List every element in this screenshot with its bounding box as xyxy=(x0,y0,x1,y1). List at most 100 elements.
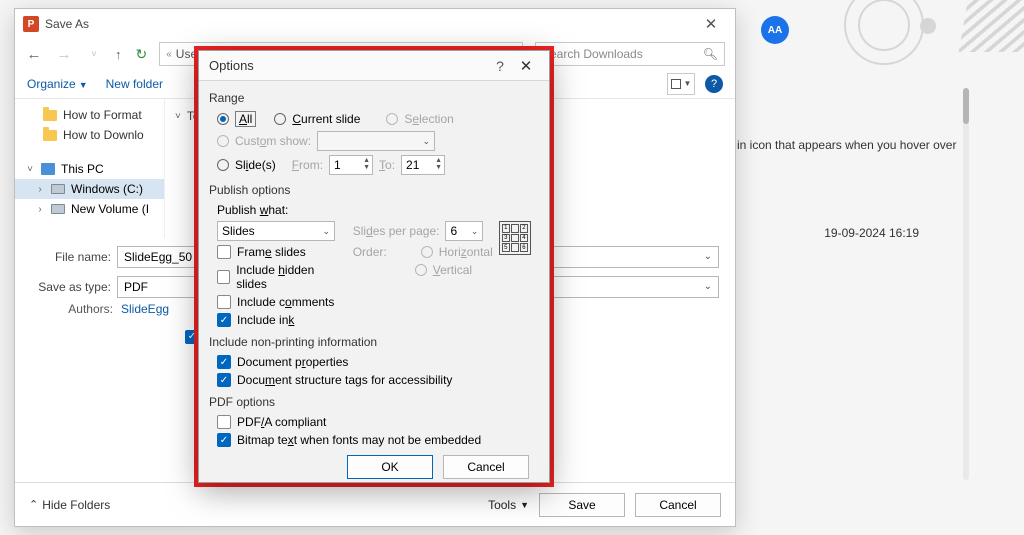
checkbox-icon: ✓ xyxy=(185,330,199,344)
folder-icon xyxy=(43,110,57,121)
docprops-label: Document properties xyxy=(237,355,348,369)
options-dialog: Options ? ✕ Range All Current slide Sele… xyxy=(198,50,550,483)
radio-customshow-label: Custom show: xyxy=(235,134,311,148)
spinner-icon[interactable]: ▲▼ xyxy=(435,157,442,171)
content-timestamp: 19-09-2024 16:19 xyxy=(824,226,919,240)
decoration-dot xyxy=(920,18,936,34)
chevron-down-icon: ˅ xyxy=(175,111,181,122)
radio-horizontal-label: Horizontal xyxy=(439,245,493,259)
forward-icon[interactable]: → xyxy=(55,46,73,63)
comments-label: Include comments xyxy=(237,295,334,309)
refresh-icon[interactable]: ↻ xyxy=(136,46,148,63)
radio-customshow xyxy=(217,135,229,147)
page-scrollbar[interactable] xyxy=(963,88,969,480)
to-label: To: xyxy=(379,158,395,172)
view-mode-button[interactable]: ▼ xyxy=(667,73,695,95)
radio-selection-label: Selection xyxy=(404,112,453,126)
dialog-title: Save As xyxy=(45,17,695,31)
options-title: Options xyxy=(209,58,487,73)
help-icon[interactable]: ? xyxy=(705,75,723,93)
ink-checkbox[interactable]: ✓ xyxy=(217,313,231,327)
authors-label: Authors: xyxy=(57,302,113,316)
bitmap-checkbox[interactable]: ✓ xyxy=(217,433,231,447)
tree-this-pc[interactable]: ˅This PC xyxy=(15,159,164,179)
to-input[interactable]: 21▲▼ xyxy=(401,155,445,175)
organize-menu[interactable]: Organize▼ xyxy=(27,77,88,91)
cancel-button[interactable]: Cancel xyxy=(635,493,721,517)
bitmap-label: Bitmap text when fonts may not be embedd… xyxy=(237,433,481,447)
spp-label: Slides per page: xyxy=(353,224,440,238)
new-folder-button[interactable]: New folder xyxy=(106,77,163,91)
decoration-circle xyxy=(844,0,924,65)
chevron-down-icon[interactable]: ⌄ xyxy=(322,226,330,237)
recent-dropdown-icon[interactable]: ˅ xyxy=(85,49,103,60)
chevron-right-icon[interactable]: › xyxy=(35,204,45,215)
tools-menu[interactable]: Tools▼ xyxy=(488,498,529,512)
nav-tree: How to Format How to Downlo ˅This PC ›Wi… xyxy=(15,99,165,238)
publish-what-label: Publish what: xyxy=(217,203,288,217)
group-nonprinting: Include non-printing information xyxy=(209,335,539,349)
radio-vertical-label: Vertical xyxy=(433,263,472,277)
saveastype-label: Save as type: xyxy=(31,280,111,294)
chevron-down-icon[interactable]: ⌄ xyxy=(471,226,479,237)
radio-all[interactable] xyxy=(217,113,229,125)
radio-selection xyxy=(386,113,398,125)
handout-preview-icon: 123456 xyxy=(499,221,531,255)
folder-item[interactable]: How to Downlo xyxy=(15,125,164,145)
from-input[interactable]: 1▲▼ xyxy=(329,155,373,175)
authors-value[interactable]: SlideEgg xyxy=(121,302,169,316)
radio-current[interactable] xyxy=(274,113,286,125)
frame-label: Frame slides xyxy=(237,245,306,259)
drive-icon xyxy=(51,184,65,194)
drive-icon xyxy=(51,204,65,214)
pdfa-label: PDF/A compliant xyxy=(237,415,326,429)
chevron-right-icon[interactable]: › xyxy=(35,184,45,195)
content-snippet: in icon that appears when you hover over xyxy=(737,138,956,152)
save-button[interactable]: Save xyxy=(539,493,625,517)
radio-all-label: All xyxy=(235,111,256,127)
help-icon[interactable]: ? xyxy=(487,58,513,74)
hide-folders-toggle[interactable]: ⌃Hide Folders xyxy=(29,498,110,512)
publish-what-select[interactable]: Slides⌄ xyxy=(217,221,335,241)
spp-select[interactable]: 6⌄ xyxy=(445,221,483,241)
order-label: Order: xyxy=(353,245,387,259)
decoration-hatch xyxy=(959,0,1024,52)
folder-item[interactable]: How to Format xyxy=(15,105,164,125)
tree-drive-new[interactable]: ›New Volume (I xyxy=(15,199,164,219)
ink-label: Include ink xyxy=(237,313,294,327)
radio-horizontal xyxy=(421,246,433,258)
from-label: From: xyxy=(292,158,323,172)
pc-icon xyxy=(41,163,55,175)
chevron-down-icon[interactable]: ˅ xyxy=(25,164,35,175)
radio-slides[interactable] xyxy=(217,159,229,171)
hidden-checkbox[interactable]: ✓ xyxy=(217,270,230,284)
pdfa-checkbox[interactable]: ✓ xyxy=(217,415,231,429)
back-icon[interactable]: ← xyxy=(25,46,43,63)
close-icon[interactable]: ✕ xyxy=(513,57,539,75)
close-icon[interactable]: ✕ xyxy=(695,15,727,33)
comments-checkbox[interactable]: ✓ xyxy=(217,295,231,309)
chevron-down-icon[interactable]: ⌄ xyxy=(704,251,712,262)
search-input[interactable]: Search Downloads 🔍︎ xyxy=(535,42,725,66)
tree-drive-c[interactable]: ›Windows (C:) xyxy=(15,179,164,199)
ok-button[interactable]: OK xyxy=(347,455,433,479)
radio-vertical xyxy=(415,264,427,276)
group-publish: Publish options xyxy=(209,183,539,197)
docstruct-checkbox[interactable]: ✓ xyxy=(217,373,231,387)
frame-checkbox[interactable]: ✓ xyxy=(217,245,231,259)
powerpoint-icon: P xyxy=(23,16,39,32)
search-icon: 🔍︎ xyxy=(703,47,718,61)
options-cancel-button[interactable]: Cancel xyxy=(443,455,529,479)
filename-label: File name: xyxy=(31,250,111,264)
group-pdfoptions: PDF options xyxy=(209,395,539,409)
hidden-label: Include hidden slides xyxy=(236,263,341,291)
user-avatar[interactable]: AA xyxy=(761,16,789,44)
group-range: Range xyxy=(209,91,539,105)
radio-current-label: Current slide xyxy=(292,112,360,126)
chevron-down-icon[interactable]: ⌄ xyxy=(704,281,712,292)
docprops-checkbox[interactable]: ✓ xyxy=(217,355,231,369)
spinner-icon[interactable]: ▲▼ xyxy=(363,157,370,171)
up-icon[interactable]: ↑ xyxy=(115,47,122,62)
chevron-down-icon: ⌃ xyxy=(29,498,38,511)
folder-icon xyxy=(43,130,57,141)
